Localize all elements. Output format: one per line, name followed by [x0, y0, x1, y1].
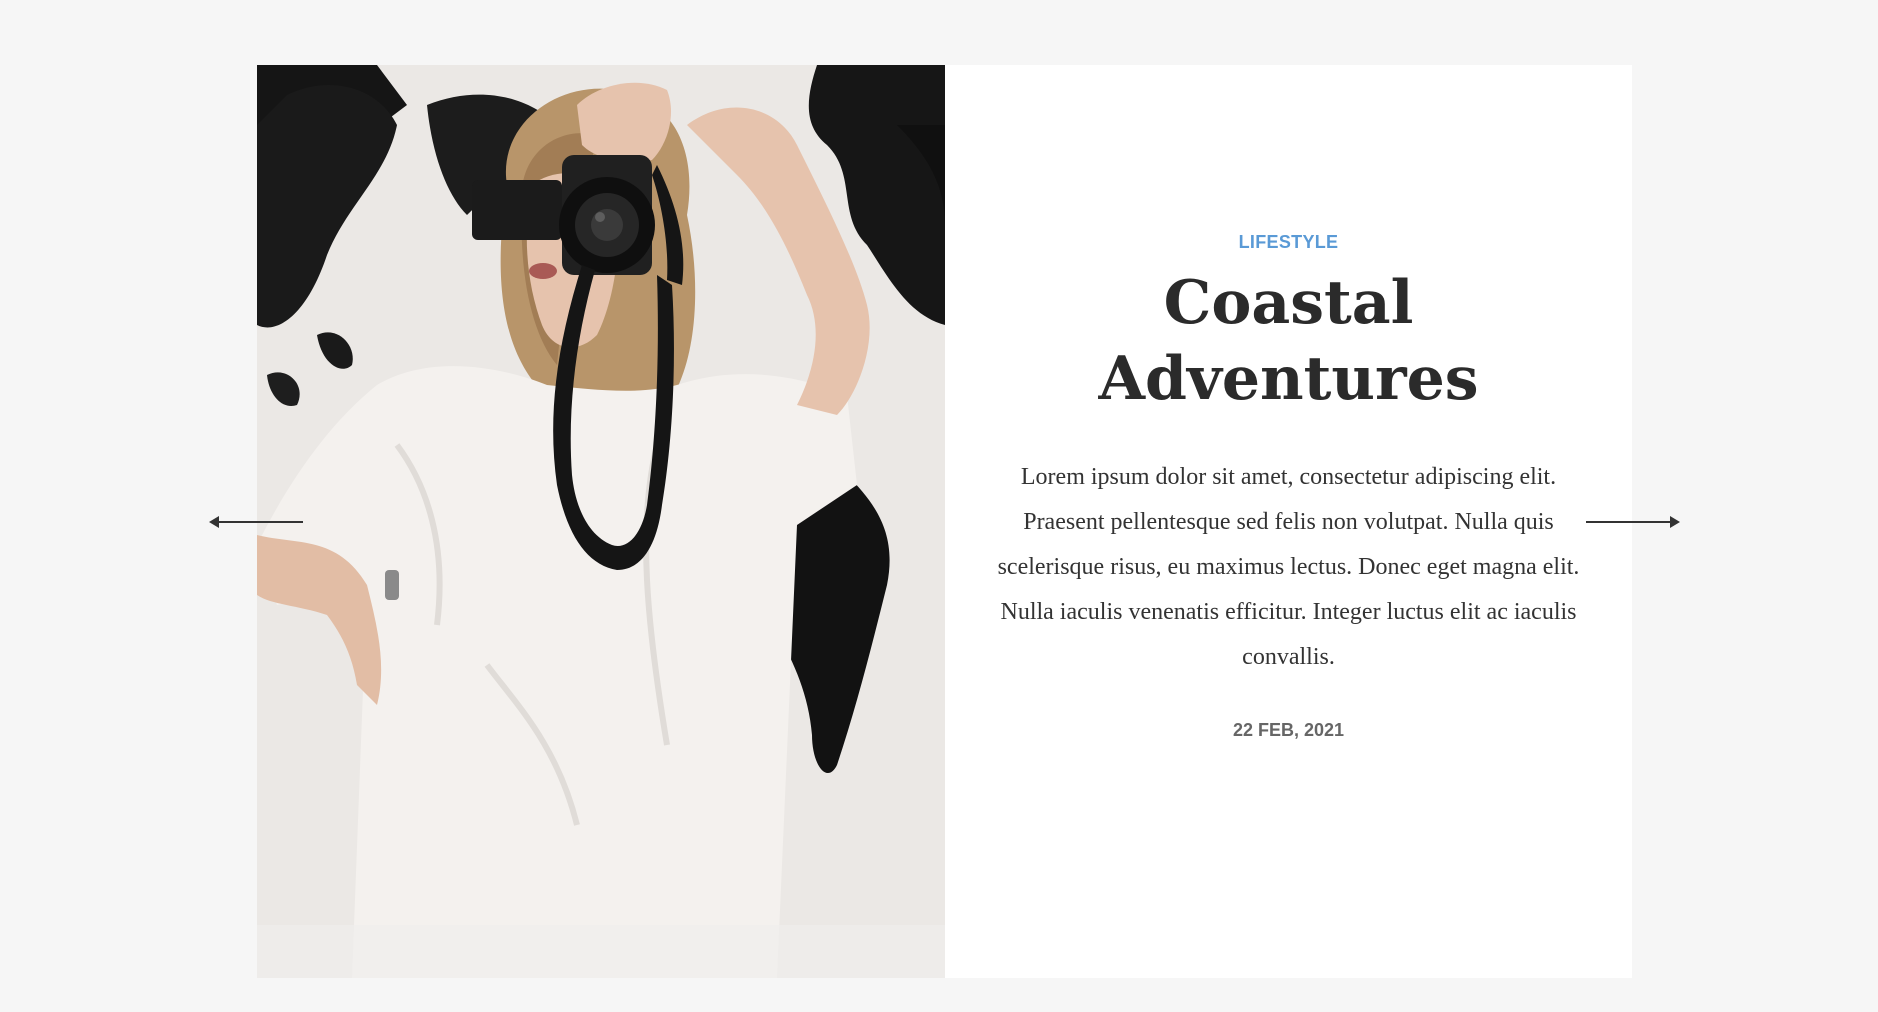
arrow-right-icon: [1586, 516, 1680, 528]
post-slider: LIFESTYLE Coastal Adventures Lorem ipsum…: [257, 65, 1632, 978]
post-date: 22 FEB, 2021: [1232, 720, 1345, 740]
next-slide-button[interactable]: [1582, 512, 1682, 532]
post-content-panel: LIFESTYLE Coastal Adventures Lorem ipsum…: [945, 65, 1632, 978]
arrow-left-icon: [209, 516, 303, 528]
woman-with-camera-photo: [257, 65, 945, 978]
post-featured-image[interactable]: [257, 65, 945, 978]
post-excerpt: Lorem ipsum dolor sit amet, consectetur …: [997, 464, 1580, 670]
previous-slide-button[interactable]: [207, 512, 307, 532]
post-category-link[interactable]: LIFESTYLE: [1239, 232, 1339, 253]
post-title[interactable]: Coastal Adventures: [1079, 265, 1499, 417]
